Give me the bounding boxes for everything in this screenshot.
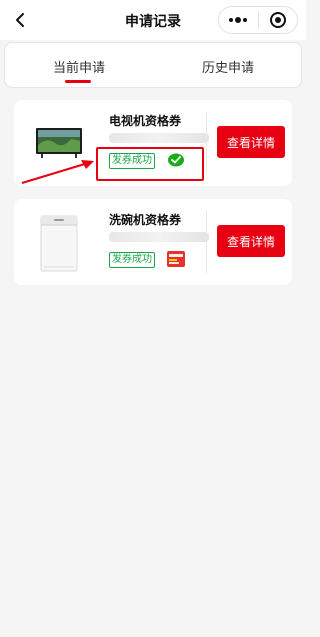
- more-button[interactable]: [219, 7, 258, 33]
- blurred-info: [109, 133, 209, 143]
- navigation-bar: 申请记录: [0, 0, 306, 40]
- record-card: 洗碗机资格券 发券成功 查看详情: [14, 199, 292, 285]
- chevron-left-icon: [16, 13, 24, 27]
- more-dots-icon: [229, 17, 248, 23]
- product-name: 洗碗机资格券: [109, 213, 182, 227]
- unionpay-icon: [166, 250, 186, 268]
- mini-program-capsule: [218, 6, 298, 34]
- product-name: 电视机资格券: [109, 114, 182, 128]
- close-button[interactable]: [259, 7, 298, 33]
- annotation-arrow-icon: [21, 160, 94, 184]
- target-circle-icon: [269, 12, 286, 28]
- blurred-info: [109, 232, 209, 242]
- active-tab-indicator: [65, 80, 91, 83]
- annotation-highlight-box: [96, 147, 204, 181]
- tab-bar: 当前申请 历史申请: [4, 42, 302, 88]
- tab-label: 历史申请: [201, 60, 254, 76]
- back-button[interactable]: [8, 8, 32, 32]
- product-image: [28, 213, 90, 275]
- view-details-button[interactable]: 查看详情: [217, 225, 285, 257]
- view-details-button[interactable]: 查看详情: [217, 126, 285, 158]
- tab-label: 当前申请: [52, 60, 105, 76]
- card-divider: [206, 211, 207, 273]
- card-divider: [206, 112, 207, 174]
- dishwasher-image-icon: [40, 215, 78, 272]
- tab-history-applications[interactable]: 历史申请: [154, 43, 302, 89]
- status-badge: 发券成功: [109, 252, 155, 268]
